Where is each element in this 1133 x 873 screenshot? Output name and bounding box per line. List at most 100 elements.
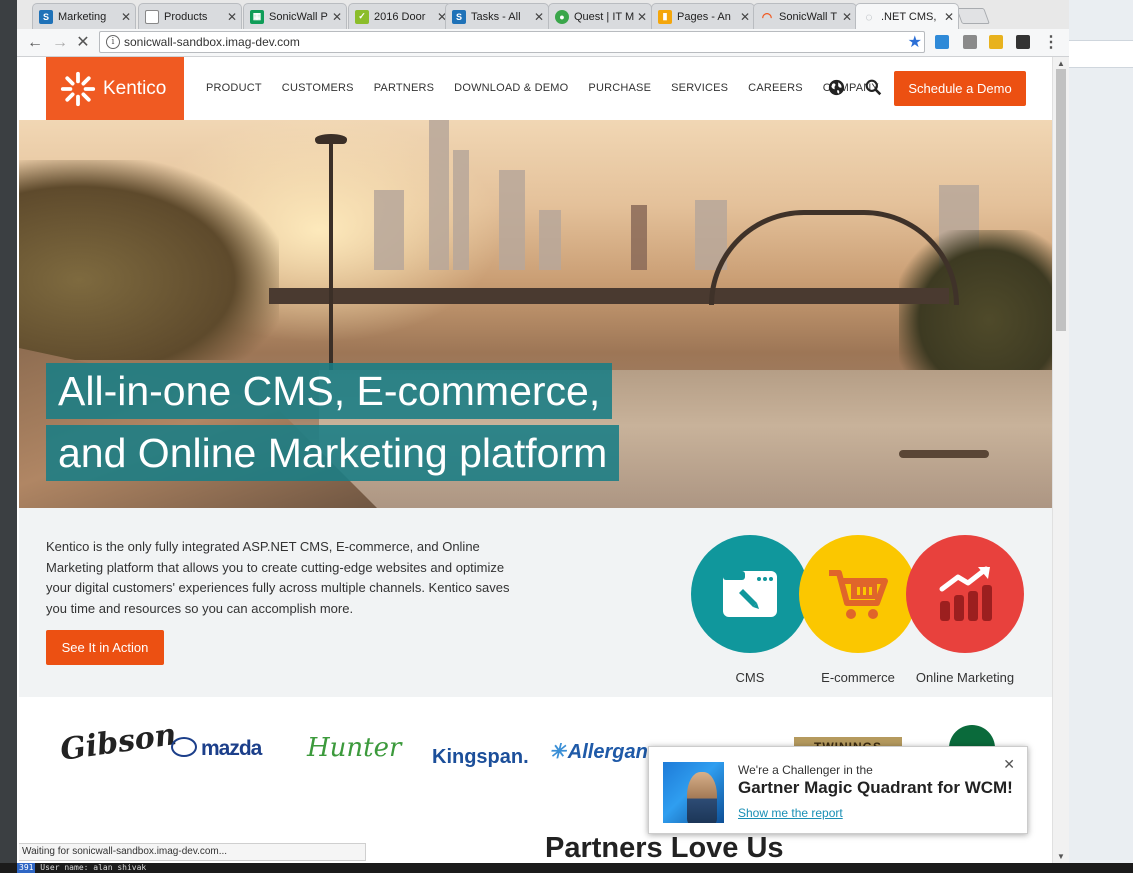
tab-pages-analytics[interactable]: ▮ Pages - An ✕	[651, 3, 755, 29]
hero-headline-line-1: All-in-one CMS, E-commerce,	[46, 363, 613, 419]
nav-product[interactable]: PRODUCT	[206, 82, 262, 94]
page-scrollbar[interactable]: ▲ ▼	[1052, 57, 1069, 863]
cathedral-tower	[631, 205, 647, 270]
info-icon[interactable]: i	[106, 35, 120, 49]
nav-partners[interactable]: PARTNERS	[374, 82, 434, 94]
tab-kentico-active[interactable]: ◌ .NET CMS, ✕	[855, 3, 959, 29]
url-text: sonicwall-sandbox.imag-dev.com	[124, 35, 300, 49]
close-icon[interactable]: ✕	[534, 10, 544, 24]
folder-icon[interactable]	[989, 35, 1003, 49]
quest-icon: ●	[555, 9, 569, 24]
cms-feature-circle[interactable]	[691, 535, 809, 653]
sharepoint-icon: S	[39, 9, 53, 24]
search-icon[interactable]	[865, 79, 882, 96]
sonicwall-icon: ◠	[761, 9, 773, 24]
notification-kicker: We're a Challenger in the	[738, 763, 873, 777]
rowing-boat	[899, 450, 989, 458]
cms-window-icon	[723, 571, 777, 617]
nav-careers[interactable]: CAREERS	[748, 82, 803, 94]
trees-left	[19, 160, 279, 360]
close-icon[interactable]: ✕	[637, 10, 647, 24]
tab-title: .NET CMS,	[881, 10, 937, 23]
desktop-left-edge	[0, 0, 17, 873]
sheets-icon: ▦	[250, 9, 264, 24]
background-window-bar	[1069, 40, 1133, 68]
nav-download-demo[interactable]: DOWNLOAD & DEMO	[454, 82, 568, 94]
tab-quest[interactable]: ● Quest | IT M ✕	[548, 3, 652, 29]
tab-sonicwall-sheet[interactable]: ▦ SonicWall P ✕	[243, 3, 347, 29]
browser-menu-icon[interactable]: ⋮	[1043, 32, 1059, 52]
close-icon[interactable]: ✕	[121, 10, 131, 24]
person-photo	[687, 772, 717, 823]
hero-banner: All-in-one CMS, E-commerce, and Online M…	[19, 120, 1052, 508]
mazda-emblem-icon	[171, 737, 197, 757]
close-icon[interactable]: ✕	[944, 10, 954, 24]
growth-chart-icon	[939, 566, 992, 621]
address-bar[interactable]: i sonicwall-sandbox.imag-dev.com ★	[99, 31, 925, 53]
show-report-link[interactable]: Show me the report	[738, 806, 843, 820]
forward-arrow-icon[interactable]: →	[50, 33, 70, 53]
kentico-logo[interactable]: Kentico	[46, 57, 184, 120]
tab-2016-door[interactable]: ✓ 2016 Door ✕	[348, 3, 452, 29]
scroll-up-arrow-icon[interactable]: ▲	[1057, 59, 1065, 68]
bookmark-star-icon[interactable]: ★	[908, 32, 922, 52]
scroll-down-arrow-icon[interactable]: ▼	[1057, 852, 1065, 861]
tab-title: SonicWall T	[779, 10, 838, 23]
tab-tasks[interactable]: S Tasks - All ✕	[445, 3, 549, 29]
globe-icon[interactable]	[828, 79, 845, 96]
sharepoint-icon: S	[452, 9, 466, 24]
street-lamp	[329, 140, 333, 370]
close-icon[interactable]: ✕	[740, 10, 750, 24]
tab-title: Quest | IT M	[574, 10, 634, 23]
kentico-flower-icon	[60, 71, 96, 106]
stop-icon[interactable]: ✕	[73, 33, 93, 53]
m-extension-icon[interactable]	[1016, 35, 1030, 49]
notification-headline: Gartner Magic Quadrant for WCM!	[738, 778, 1013, 797]
loading-icon: ◌	[865, 9, 873, 24]
status-bubble: Waiting for sonicwall-sandbox.imag-dev.c…	[19, 843, 366, 861]
shopping-cart-icon	[829, 570, 888, 619]
back-arrow-icon[interactable]: ←	[25, 33, 45, 53]
nav-customers[interactable]: CUSTOMERS	[282, 82, 354, 94]
mazda-wordmark: mazda	[201, 737, 262, 760]
close-icon[interactable]: ✕	[842, 10, 852, 24]
online-marketing-feature-circle[interactable]	[906, 535, 1024, 653]
close-icon[interactable]: ✕	[227, 10, 237, 24]
kingspan-logo: Kingspan.	[432, 746, 529, 768]
new-tab-button[interactable]	[956, 8, 990, 24]
see-it-in-action-button[interactable]: See It in Action	[46, 630, 164, 665]
nav-services[interactable]: SERVICES	[671, 82, 728, 94]
nav-purchase[interactable]: PURCHASE	[588, 82, 651, 94]
allergan-logo: ✳ Allergan	[549, 739, 648, 764]
online-marketing-label[interactable]: Online Marketing	[900, 670, 1030, 685]
console-strip: 391 User name: alan shivak	[0, 863, 1133, 873]
tab-title: Pages - An	[677, 10, 731, 23]
hunter-logo: Hunter	[307, 733, 402, 763]
tab-products[interactable]: Products ✕	[138, 3, 242, 29]
smartsheet-icon: ✓	[355, 9, 369, 24]
street-lamp-head	[315, 134, 347, 144]
tab-title: 2016 Door	[374, 10, 426, 23]
tab-marketing[interactable]: S Marketing ✕	[32, 3, 136, 29]
document-icon	[145, 9, 159, 24]
extension-icon[interactable]	[963, 35, 977, 49]
console-text: User name: alan shivak	[40, 863, 147, 872]
close-icon[interactable]: ✕	[1003, 756, 1015, 773]
intro-section: Kentico is the only fully integrated ASP…	[19, 508, 1052, 697]
scrollbar-thumb[interactable]	[1056, 69, 1066, 331]
ecommerce-feature-circle[interactable]	[799, 535, 917, 653]
tab-sonicwall[interactable]: ◠ SonicWall T ✕	[753, 3, 857, 29]
extension-badge-icon[interactable]	[935, 35, 949, 49]
main-nav: PRODUCT CUSTOMERS PARTNERS DOWNLOAD & DE…	[206, 82, 899, 94]
schedule-demo-button[interactable]: Schedule a Demo	[894, 71, 1026, 106]
web-page: Kentico PRODUCT CUSTOMERS PARTNERS DOWNL…	[19, 57, 1052, 863]
logo-text: Kentico	[103, 77, 167, 99]
skyline-building	[429, 120, 449, 270]
close-icon[interactable]: ✕	[332, 10, 342, 24]
gartner-notification[interactable]: We're a Challenger in the Gartner Magic …	[648, 746, 1028, 834]
partners-love-us-heading: Partners Love Us	[545, 832, 784, 863]
skyline-building	[539, 210, 561, 270]
intro-paragraph: Kentico is the only fully integrated ASP…	[46, 539, 510, 616]
tab-strip: S Marketing ✕ Products ✕ ▦ SonicWall P ✕…	[17, 0, 1069, 29]
bridge-arch	[709, 210, 959, 305]
